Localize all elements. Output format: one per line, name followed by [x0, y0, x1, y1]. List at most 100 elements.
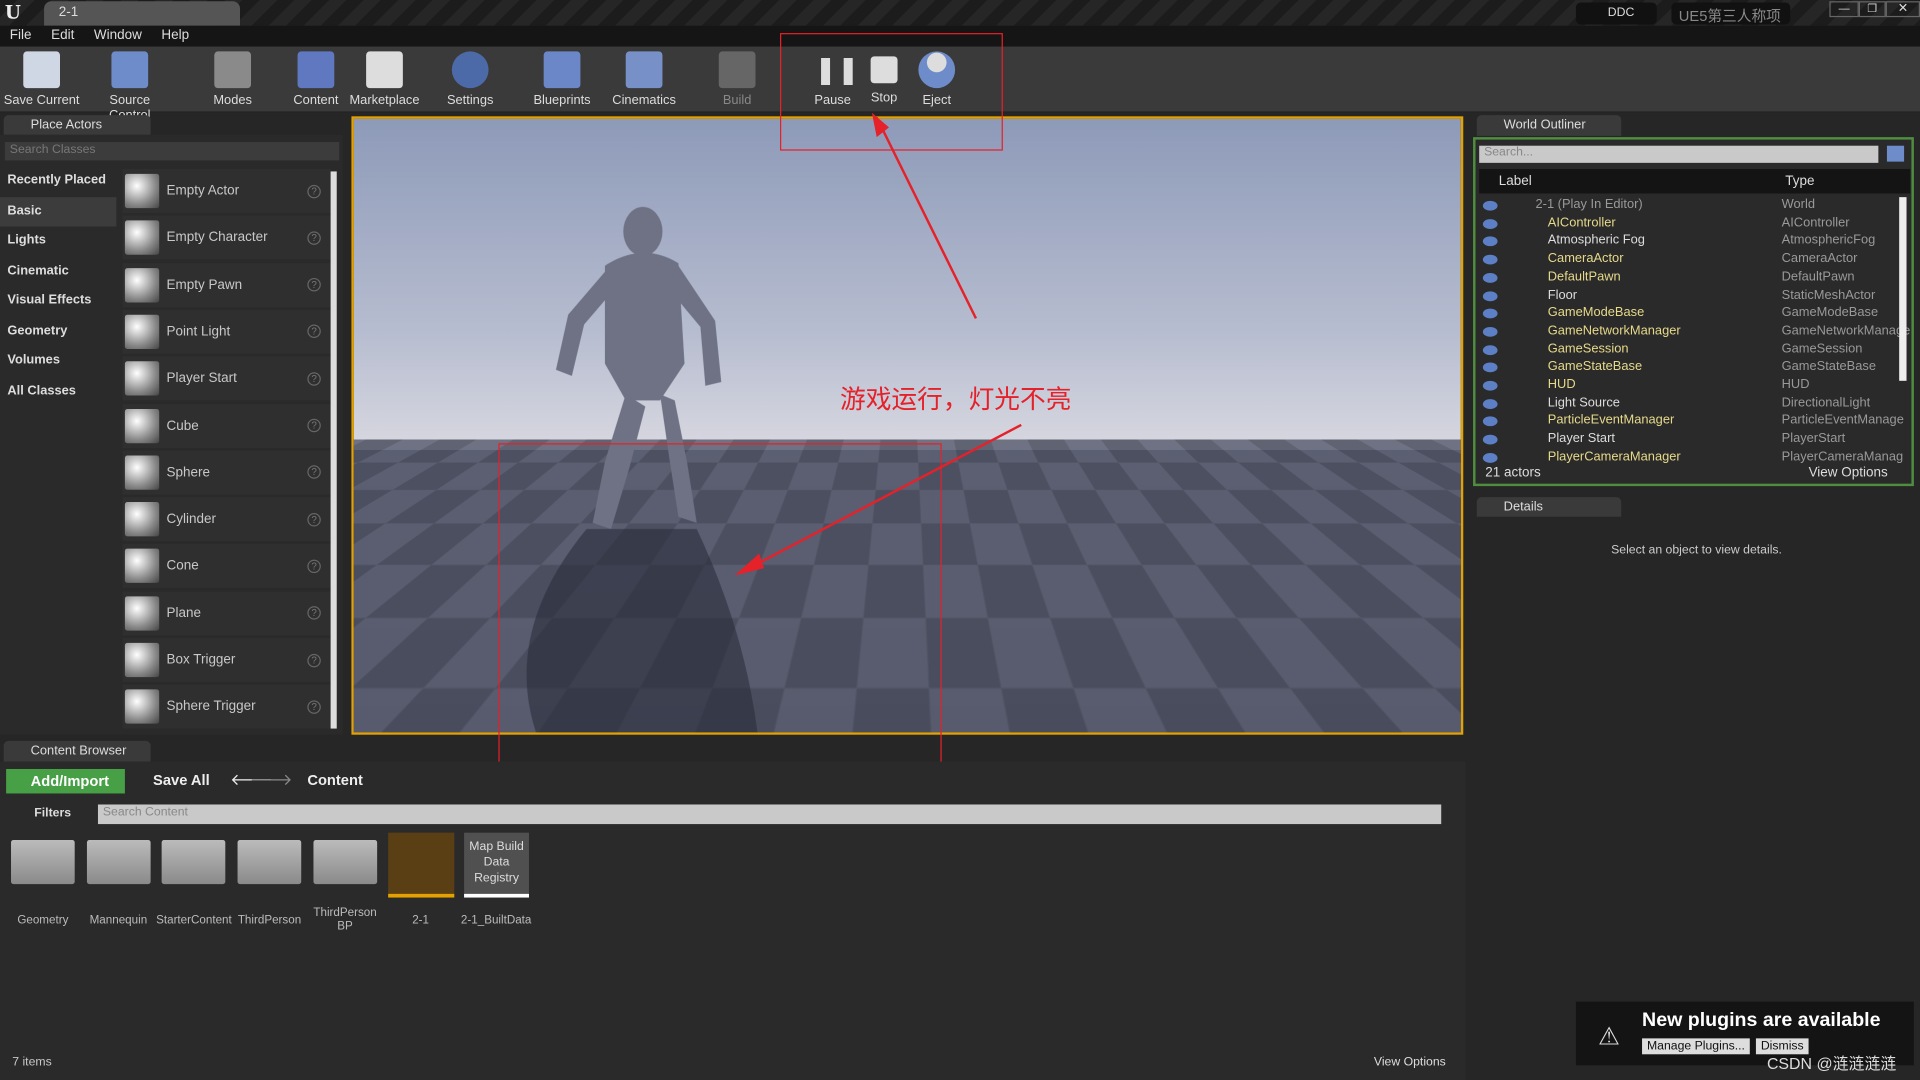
actor-item[interactable]: Player Start? — [122, 356, 331, 401]
place-actors-tab[interactable]: Place Actors — [3, 115, 151, 136]
world-outliner-tab[interactable]: World Outliner — [1476, 115, 1622, 136]
asset-label[interactable]: 2-1_BuiltData — [458, 913, 534, 926]
outliner-row[interactable]: GameNetworkManager GameNetworkManage — [1480, 323, 1910, 341]
blueprints-button[interactable]: Blueprints — [523, 49, 601, 108]
asset-label[interactable]: ThirdPerson — [232, 913, 308, 926]
menu-window[interactable]: Window — [94, 28, 142, 44]
outliner-row[interactable]: Floor StaticMeshActor — [1480, 287, 1896, 305]
help-icon[interactable]: ? — [307, 231, 321, 245]
folder-icon[interactable] — [86, 840, 151, 885]
eye-icon[interactable] — [1482, 380, 1498, 391]
category-cinematic[interactable]: Cinematic — [0, 257, 116, 287]
eye-icon[interactable] — [1482, 416, 1498, 427]
scrollbar[interactable] — [330, 171, 337, 729]
outliner-row[interactable]: CameraActor CameraActor — [1480, 251, 1896, 269]
outliner-row[interactable]: 2-1 (Play In Editor) World — [1480, 197, 1896, 215]
eye-icon[interactable] — [1482, 326, 1498, 337]
modes-button[interactable]: Modes — [193, 49, 271, 108]
ddc-button[interactable]: DDC — [1575, 2, 1657, 25]
help-icon[interactable]: ? — [307, 606, 321, 620]
outliner-row[interactable]: ParticleEventManager ParticleEventManage — [1480, 413, 1904, 431]
category-geometry[interactable]: Geometry — [0, 317, 116, 347]
save-current-button[interactable]: Save Current — [2, 49, 80, 108]
category-lights[interactable]: Lights — [0, 227, 116, 257]
content-browser-tab[interactable]: Content Browser — [3, 740, 151, 762]
eye-icon[interactable] — [1482, 290, 1498, 301]
category-basic[interactable]: Basic — [0, 196, 117, 227]
help-icon[interactable]: ? — [307, 278, 321, 292]
restore-button[interactable]: ❐ — [1858, 1, 1886, 18]
menu-file[interactable]: File — [10, 28, 32, 44]
actor-item[interactable]: Plane? — [122, 591, 331, 636]
asset-label[interactable]: 2-1 — [383, 913, 459, 926]
level-thumbnail[interactable] — [388, 832, 455, 898]
filters-button[interactable]: Filters — [34, 807, 71, 820]
category-recently-placed[interactable]: Recently Placed — [0, 167, 116, 197]
minimize-button[interactable]: — — [1829, 1, 1859, 18]
marketplace-button[interactable]: Marketplace — [345, 49, 423, 108]
help-icon[interactable]: ? — [307, 371, 321, 386]
help-icon[interactable]: ? — [307, 324, 321, 339]
registry-thumbnail[interactable]: Map Build Data Registry — [464, 832, 529, 898]
content-button[interactable]: Content — [277, 49, 355, 108]
path-content[interactable]: Content — [307, 771, 363, 788]
actor-item[interactable]: Cube? — [122, 403, 331, 448]
asset-label[interactable]: StarterContent — [156, 913, 232, 926]
actor-item[interactable]: Empty Character? — [122, 215, 331, 260]
folder-icon[interactable] — [162, 840, 226, 885]
menu-edit[interactable]: Edit — [51, 28, 74, 44]
cb-view-options-button[interactable]: View Options — [1374, 1056, 1446, 1069]
actor-item[interactable]: Sphere? — [122, 450, 331, 495]
outliner-row[interactable]: HUD HUD — [1480, 377, 1896, 395]
outliner-row[interactable]: GameStateBase GameStateBase — [1480, 359, 1896, 377]
help-icon[interactable]: ? — [307, 512, 321, 527]
help-icon[interactable]: ? — [307, 465, 321, 480]
eye-icon[interactable] — [1482, 218, 1498, 229]
asset-label[interactable]: ThirdPerson BP — [307, 906, 383, 933]
eye-icon[interactable] — [1482, 236, 1498, 247]
settings-button[interactable]: Settings — [431, 49, 509, 108]
eye-icon[interactable] — [1482, 434, 1498, 445]
scrollbar[interactable] — [1899, 197, 1907, 381]
folder-icon[interactable] — [237, 840, 302, 885]
eye-icon[interactable] — [1482, 308, 1498, 319]
actor-item[interactable]: Box Trigger? — [122, 637, 331, 683]
add-filter-icon[interactable] — [1886, 145, 1905, 162]
help-icon[interactable]: ? — [307, 559, 321, 573]
eye-icon[interactable] — [1482, 200, 1498, 211]
folder-icon[interactable] — [11, 840, 75, 885]
help-icon[interactable]: ? — [307, 653, 321, 667]
eye-icon[interactable] — [1482, 272, 1498, 283]
outliner-row[interactable]: Player Start PlayerStart — [1480, 431, 1896, 449]
column-label[interactable]: Label — [1499, 174, 1532, 189]
eye-icon[interactable] — [1482, 344, 1498, 355]
actor-item[interactable]: Sphere Trigger? — [122, 684, 331, 729]
manage-plugins-button[interactable]: Manage Plugins... — [1642, 1038, 1750, 1055]
add-import-button[interactable]: Add/Import — [6, 768, 125, 794]
document-tab[interactable]: 2-1 — [44, 1, 241, 26]
details-tab[interactable]: Details — [1476, 497, 1622, 518]
actor-item[interactable]: Cylinder? — [122, 497, 331, 542]
save-all-button[interactable]: Save All — [135, 771, 210, 788]
eye-icon[interactable] — [1482, 398, 1498, 409]
outliner-row[interactable]: Atmospheric Fog AtmosphericFog — [1480, 233, 1896, 251]
menu-help[interactable]: Help — [161, 28, 189, 44]
cinematics-button[interactable]: Cinematics — [605, 49, 683, 108]
build-button[interactable]: Build — [698, 49, 776, 108]
actor-item[interactable]: Point Light? — [122, 309, 331, 354]
outliner-search-input[interactable]: Search... — [1479, 145, 1879, 163]
help-icon[interactable]: ? — [307, 184, 321, 198]
outliner-row[interactable]: DefaultPawn DefaultPawn — [1480, 269, 1896, 287]
asset-label[interactable]: Mannequin — [80, 913, 156, 926]
outliner-row[interactable]: Light Source DirectionalLight — [1480, 395, 1896, 413]
eye-icon[interactable] — [1482, 452, 1498, 463]
search-content-input[interactable]: Search Content — [97, 804, 1442, 825]
help-icon[interactable]: ? — [307, 418, 321, 433]
source-control-button[interactable]: Source Control — [91, 49, 169, 122]
asset-label[interactable]: Geometry — [5, 913, 81, 926]
category-all-classes[interactable]: All Classes — [0, 377, 116, 407]
actor-item[interactable]: Empty Actor? — [122, 168, 331, 214]
category-volumes[interactable]: Volumes — [0, 347, 116, 377]
eye-icon[interactable] — [1482, 254, 1498, 265]
close-button[interactable]: ✕ — [1885, 1, 1920, 18]
